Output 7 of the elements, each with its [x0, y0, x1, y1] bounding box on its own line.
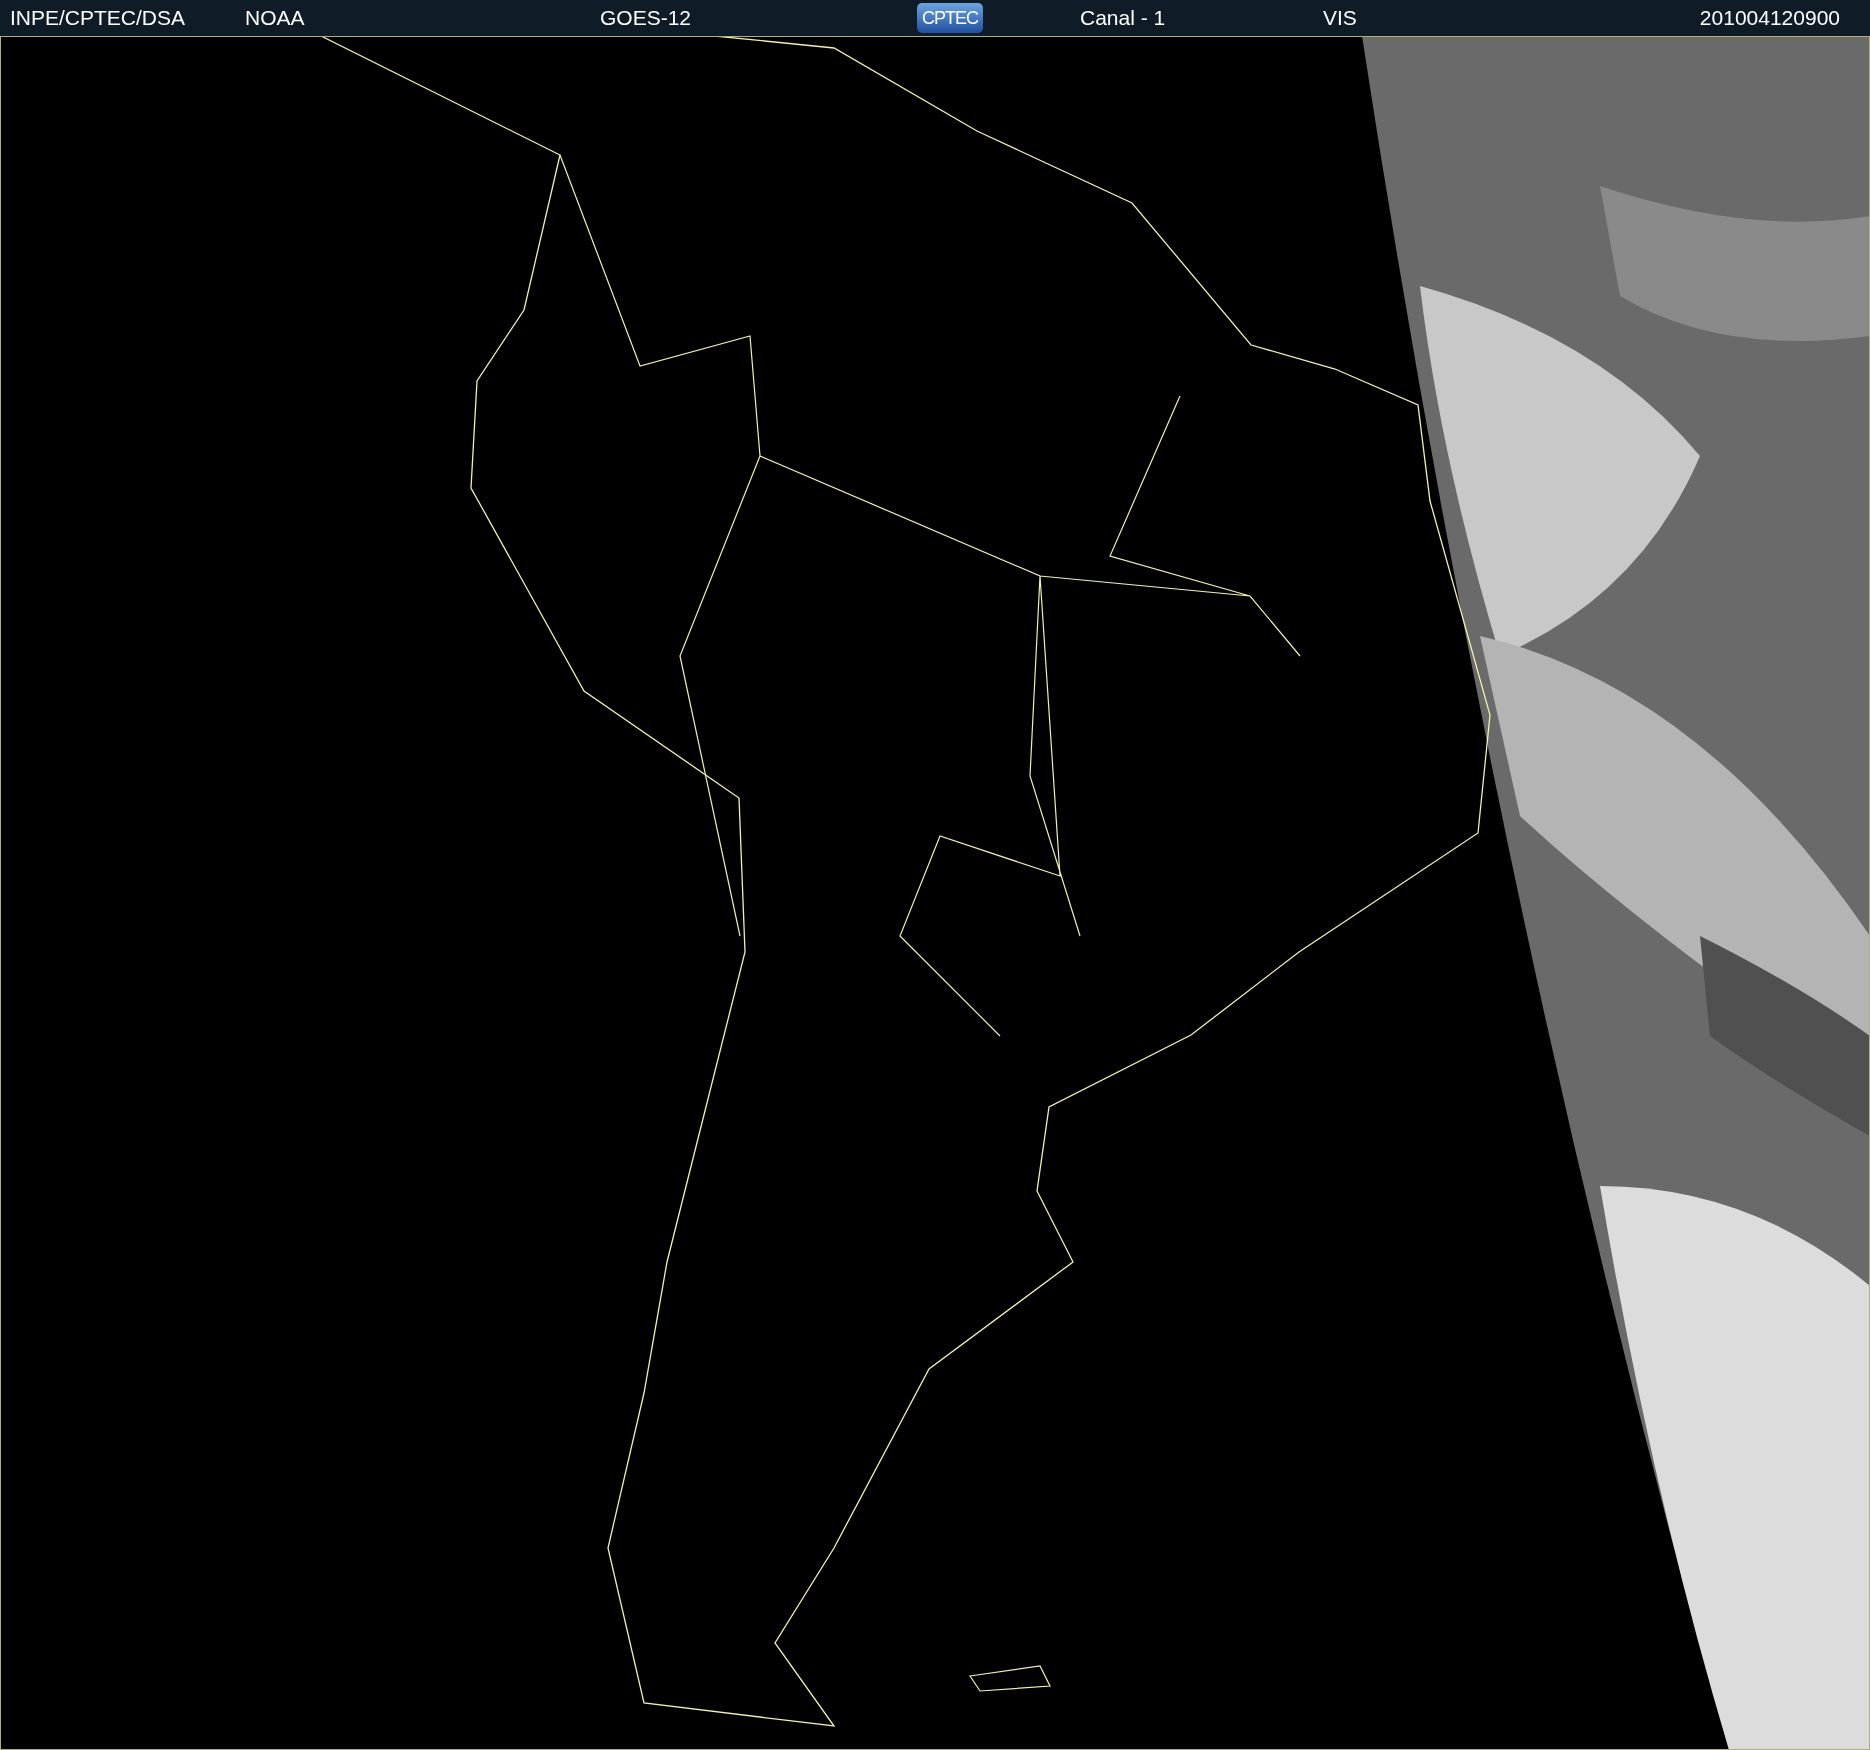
header-label: Canal - 1 — [1080, 6, 1166, 30]
header-label: VIS — [1323, 6, 1357, 30]
header-label: GOES-12 — [600, 6, 692, 30]
header-label: INPE/CPTEC/DSA — [10, 6, 186, 30]
header-label: NOAA — [245, 6, 305, 30]
logo: CPTEC — [917, 3, 983, 33]
header-label: 201004120900 — [1699, 6, 1840, 30]
